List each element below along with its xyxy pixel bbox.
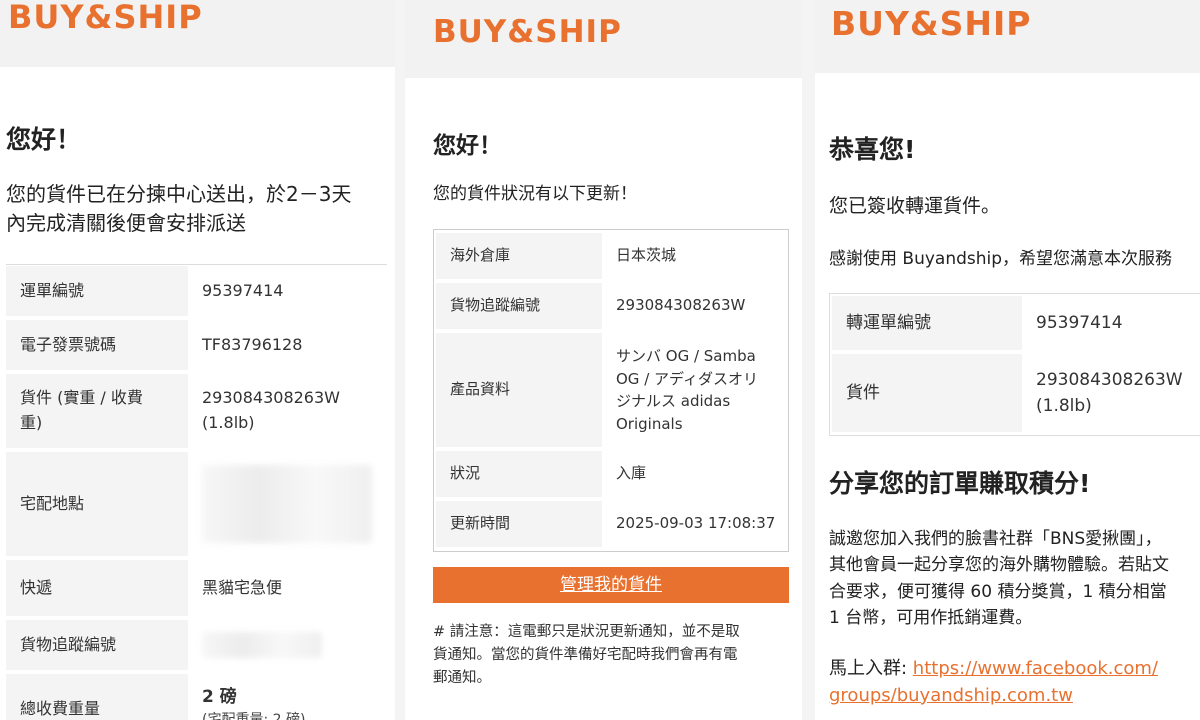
share-line: 其他會員一起分享您的海外購物體驗。若貼文 [829,555,1169,576]
share-heading: 分享您的訂單賺取積分! [829,469,1091,498]
table-row: 海外倉庫 日本茨城 [436,233,786,279]
notice-line: 貨通知。當您的貨件準備好宅配時我們會再有電 [433,647,738,664]
notice-line: 郵通知。 [433,670,491,687]
row-value-main: 2 磅 [202,687,237,707]
row-value: 2025-09-03 17:08:37 [616,514,776,533]
row-label: 狀況 [436,451,602,497]
greeting: 您好！ [6,125,82,154]
table-row: 宅配地點 [6,452,387,556]
notice-text: # 請注意：這電郵只是狀況更新通知，並不是取 貨通知。當您的貨件準備好宅配時我們… [433,621,740,691]
row-label: 貨件 [832,354,1022,432]
table-row: 產品資料 サンバ OG / Samba OG / アディダスオリ ジナルス ad… [436,333,786,447]
table-row: 運單編號 95397414 [6,266,387,316]
row-label: 貨物追蹤編號 [436,283,602,329]
shipment-message-line1: 您的貨件已在分揀中心送出，於2－3天 [6,182,352,206]
share-line: 1 台幣，可用作抵銷運費。 [829,608,1033,629]
product-line: Originals [616,414,683,433]
product-line: サンバ OG / Samba [616,347,756,365]
row-value: 293084308263W [616,296,746,315]
row-label: 貨件 (實重 / 收費 重) [6,374,188,448]
facebook-group-link-cont[interactable]: groups/buyandship.com.tw [829,685,1073,706]
row-label: 電子發票號碼 [6,320,188,370]
share-line: 合要求，便可獲得 60 積分獎賞，1 積分相當 [829,581,1167,602]
row-label-line2: 重) [20,413,43,432]
table-row: 轉運單編號 95397414 [832,296,1200,350]
row-value: 293084308263W (1.8lb) [188,374,387,448]
panel-divider [802,0,815,720]
row-value-line2: (1.8lb) [202,413,255,432]
row-value: TF83796128 [202,334,303,354]
received-message: 您已簽收轉運貨件。 [829,195,1001,217]
manage-shipments-button[interactable]: 管理我的貨件 [433,567,789,603]
row-label: 貨物追蹤編號 [6,620,188,670]
email-panel-delivered: BUY&SHIP 恭喜您! 您已簽收轉運貨件。 感謝使用 Buyandship，… [815,0,1200,720]
product-line: ジナルス adidas [616,392,731,410]
row-label: 運單編號 [6,266,188,316]
row-value: 293084308263W (1.8lb) [1022,354,1200,432]
row-value: 入庫 [616,464,647,483]
buyandship-logo: BUY&SHIP [8,0,203,36]
email-panel-status-update: BUY&SHIP 您好！ 您的貨件狀況有以下更新！ 海外倉庫 日本茨城 貨物追蹤… [405,0,802,720]
table-row: 快遞 黑貓宅急便 [6,560,387,616]
row-value-line2: (1.8lb) [1036,396,1092,416]
status-details-table: 海外倉庫 日本茨城 貨物追蹤編號 293084308263W 產品資料 サンバ … [436,229,786,551]
row-label: 宅配地點 [6,452,188,556]
shipment-message: 您的貨件已在分揀中心送出，於2－3天 內完成清關後便會安排派送 [6,180,351,238]
row-label: 海外倉庫 [436,233,602,279]
redacted-tracking [202,632,322,658]
row-label: 總收費重量 [6,674,188,720]
row-label: 快遞 [6,560,188,616]
shipment-message-line2: 內完成清關後便會安排派送 [6,211,246,235]
status-message: 您的貨件狀況有以下更新！ [433,184,637,204]
table-row: 貨件 293084308263W (1.8lb) [832,354,1200,432]
row-label: 轉運單編號 [832,296,1022,350]
delivered-details-table: 轉運單編號 95397414 貨件 293084308263W (1.8lb) [832,292,1200,436]
table-row: 更新時間 2025-09-03 17:08:37 [436,501,786,547]
row-value-sub: (宅配重量: 2 磅) [202,710,381,720]
table-row: 總收費重量 2 磅 (宅配重量: 2 磅) [6,674,387,720]
table-row: 貨物追蹤編號 293084308263W [436,283,786,329]
table-row: 狀況 入庫 [436,451,786,497]
panel-divider [395,0,405,720]
row-value-redacted [188,620,387,670]
facebook-group-link[interactable]: https://www.facebook.com/ [913,658,1158,679]
buyandship-logo: BUY&SHIP [433,14,622,50]
row-label-line1: 貨件 (實重 / 收費 [20,388,143,408]
buyandship-logo: BUY&SHIP [831,4,1032,43]
row-value: 2 磅 (宅配重量: 2 磅) [188,674,387,720]
redacted-address [202,465,372,543]
row-label: 產品資料 [436,333,602,447]
notice-line: # 請注意：這電郵只是狀況更新通知，並不是取 [433,624,740,640]
shipment-details-table: 運單編號 95397414 電子發票號碼 TF83796128 貨件 (實重 /… [6,262,387,720]
row-value: 95397414 [202,280,284,300]
thanks-message: 感謝使用 Buyandship，希望您滿意本次服務 [829,249,1173,269]
greeting: 恭喜您! [829,135,916,164]
row-value: 黑貓宅急便 [202,577,283,597]
join-prefix: 馬上入群: [829,658,913,679]
row-value: サンバ OG / Samba OG / アディダスオリ ジナルス adidas … [602,333,786,447]
row-label: 更新時間 [436,501,602,547]
row-value-line1: 293084308263W [1036,369,1183,390]
greeting: 您好！ [433,133,502,159]
row-value: 95397414 [1036,312,1123,333]
row-value-redacted [188,452,387,556]
product-line: OG / アディダスオリ [616,369,758,388]
row-value-line1: 293084308263W [202,388,340,408]
share-line: 誠邀您加入我們的臉書社群「BNS愛揪團」， [829,529,1162,549]
table-row: 電子發票號碼 TF83796128 [6,320,387,370]
email-panel-shipped: BUY&SHIP 您好！ 您的貨件已在分揀中心送出，於2－3天 內完成清關後便會… [0,0,395,720]
table-row: 貨件 (實重 / 收費 重) 293084308263W (1.8lb) [6,374,387,448]
row-value: 日本茨城 [616,246,677,265]
join-group: 馬上入群: https://www.facebook.com/ groups/b… [829,655,1158,709]
share-description: 誠邀您加入我們的臉書社群「BNS愛揪團」， 其他會員一起分享您的海外購物體驗。若… [829,526,1169,631]
table-row: 貨物追蹤編號 [6,620,387,670]
